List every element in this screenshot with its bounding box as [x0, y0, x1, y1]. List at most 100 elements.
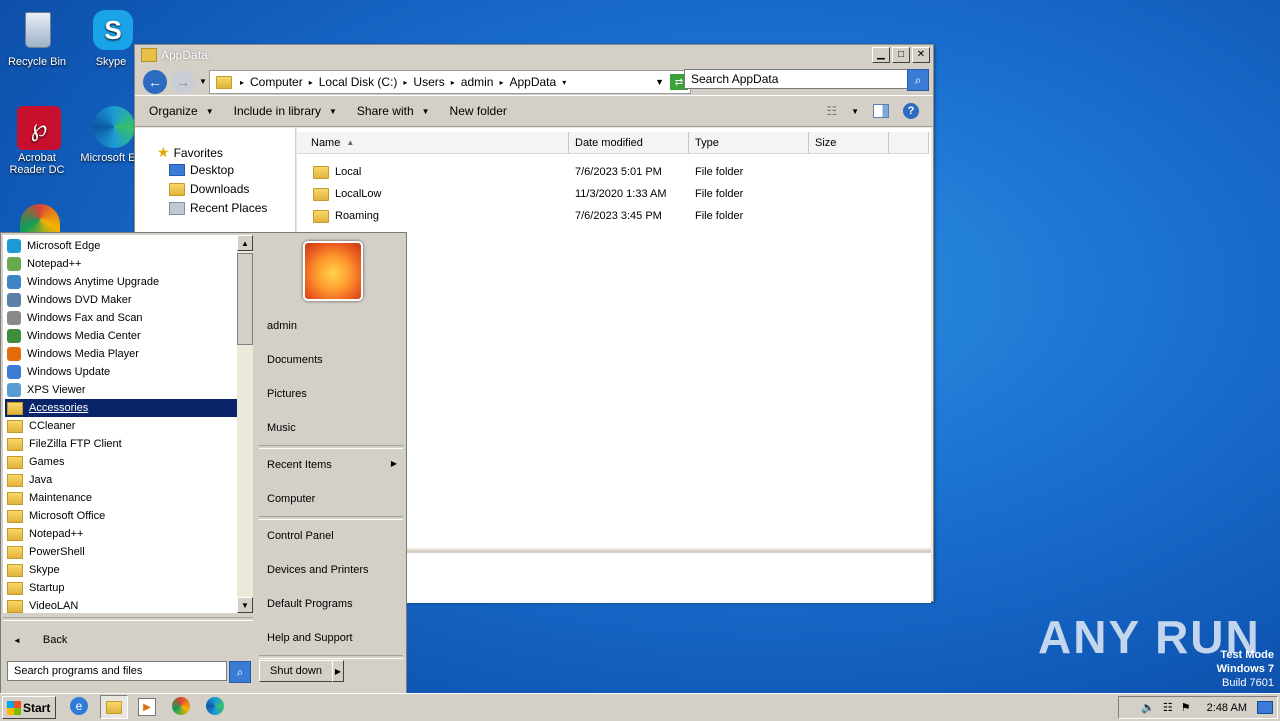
column-header-date[interactable]: Date modified — [569, 132, 689, 154]
back-arrow-icon[interactable]: ← — [143, 70, 167, 94]
address-dropdown-icon[interactable]: ▼ — [655, 77, 664, 87]
search-icon[interactable]: ⌕ — [907, 69, 929, 91]
column-header-name[interactable]: Name ▲ — [297, 132, 569, 154]
list-item[interactable]: Microsoft Office — [5, 507, 237, 525]
help-icon[interactable]: ? — [903, 103, 919, 119]
table-row[interactable]: Local 7/6/2023 5:01 PM File folder — [313, 162, 913, 182]
recent-pages-chevron-icon[interactable]: ▼ — [199, 77, 207, 86]
breadcrumb-computer[interactable]: Computer — [250, 75, 303, 89]
column-header-type[interactable]: Type — [689, 132, 809, 154]
start-link-pictures[interactable]: Pictures — [267, 388, 307, 400]
list-item[interactable]: Notepad++ — [5, 255, 237, 273]
view-dropdown-icon[interactable]: ▼ — [851, 107, 859, 116]
table-row[interactable]: LocalLow 11/3/2020 1:33 AM File folder — [313, 184, 913, 204]
clock[interactable]: 2:48 AM — [1207, 702, 1247, 714]
minimize-button[interactable]: ▁ — [872, 47, 890, 63]
program-label: Startup — [29, 582, 65, 594]
nav-recent-places[interactable]: Recent Places — [169, 201, 267, 215]
list-item[interactable]: Startup — [5, 579, 237, 597]
scroll-up-icon[interactable]: ▲ — [237, 235, 253, 251]
start-link-default-programs[interactable]: Default Programs — [267, 598, 353, 610]
shutdown-button[interactable]: Shut down — [259, 660, 333, 682]
program-label: PowerShell — [29, 546, 85, 558]
list-item[interactable]: Windows Media Center — [5, 327, 237, 345]
start-link-recent-items[interactable]: Recent Items ▶ — [267, 459, 397, 471]
breadcrumb-users[interactable]: Users — [413, 75, 444, 89]
nav-downloads[interactable]: Downloads — [169, 182, 249, 196]
start-link-documents[interactable]: Documents — [267, 354, 323, 366]
network-icon[interactable]: ☷ — [1163, 701, 1173, 714]
show-desktop-icon[interactable] — [1257, 701, 1273, 714]
close-button[interactable]: ✕ — [912, 47, 930, 63]
chrome-icon[interactable] — [172, 697, 190, 715]
start-link-music[interactable]: Music — [267, 422, 296, 434]
edge-icon[interactable] — [206, 697, 224, 715]
list-item[interactable]: Windows Update — [5, 363, 237, 381]
action-center-flag-icon[interactable]: ⚑ — [1181, 701, 1191, 714]
list-item[interactable]: Notepad++ — [5, 525, 237, 543]
list-item[interactable]: Windows DVD Maker — [5, 291, 237, 309]
back-button[interactable]: ◄ Back — [13, 634, 67, 646]
folder-icon — [7, 563, 23, 577]
search-input[interactable]: Search AppData — [684, 69, 908, 89]
start-link-user[interactable]: admin — [267, 320, 297, 332]
scroll-down-icon[interactable]: ▼ — [237, 597, 253, 613]
preview-pane-icon[interactable] — [873, 104, 889, 118]
start-button[interactable]: Start — [2, 696, 56, 719]
shutdown-options-arrow-icon[interactable]: ▶ — [332, 660, 344, 682]
title-bar[interactable]: AppData ▁ □ ✕ — [135, 45, 933, 65]
media-player-icon[interactable]: ▶ — [138, 698, 156, 716]
start-search-input[interactable]: Search programs and files — [7, 661, 227, 681]
desktop-icon-recycle-bin[interactable]: Recycle Bin — [0, 8, 74, 68]
list-item[interactable]: Accessories — [5, 399, 237, 417]
start-link-devices-printers[interactable]: Devices and Printers — [267, 564, 369, 576]
downloads-folder-icon — [169, 182, 185, 196]
scrollbar-thumb[interactable] — [237, 253, 253, 345]
desktop-icon-acrobat[interactable]: ℘ Acrobat Reader DC — [0, 104, 74, 176]
list-item[interactable]: Windows Media Player — [5, 345, 237, 363]
folder-icon — [7, 527, 23, 541]
organize-menu[interactable]: Organize ▼ — [149, 104, 214, 118]
internet-explorer-icon[interactable]: e — [70, 697, 88, 715]
breadcrumb-admin[interactable]: admin — [461, 75, 494, 89]
forward-arrow-icon[interactable]: → — [171, 70, 195, 94]
file-type: File folder — [695, 188, 744, 200]
include-label: Include in library — [233, 104, 321, 118]
start-link-control-panel[interactable]: Control Panel — [267, 530, 334, 542]
view-options-icon[interactable]: ☷ — [826, 104, 837, 118]
maximize-button[interactable]: □ — [892, 47, 910, 63]
list-item[interactable]: VideoLAN — [5, 597, 237, 615]
program-list-scrollbar[interactable]: ▲ ▼ — [237, 235, 253, 613]
taskbar-explorer-button[interactable] — [100, 695, 128, 719]
list-item[interactable]: Games — [5, 453, 237, 471]
list-item[interactable]: Maintenance — [5, 489, 237, 507]
nav-desktop[interactable]: Desktop — [169, 163, 234, 177]
watermark-line: Windows 7 — [1216, 663, 1274, 675]
include-library-menu[interactable]: Include in library ▼ — [234, 104, 337, 118]
list-item[interactable]: Skype — [5, 561, 237, 579]
list-item[interactable]: FileZilla FTP Client — [5, 435, 237, 453]
list-item[interactable]: XPS Viewer — [5, 381, 237, 399]
skype-icon: S — [89, 8, 133, 52]
list-item[interactable]: Windows Fax and Scan — [5, 309, 237, 327]
volume-icon[interactable]: 🔈 — [1141, 701, 1155, 714]
share-with-menu[interactable]: Share with ▼ — [357, 104, 430, 118]
list-item[interactable]: Windows Anytime Upgrade — [5, 273, 237, 291]
table-row[interactable]: Roaming 7/6/2023 3:45 PM File folder — [313, 206, 913, 226]
address-bar[interactable]: ▸ Computer ▸ Local Disk (C:) ▸ Users ▸ a… — [209, 70, 691, 94]
new-folder-button[interactable]: New folder — [450, 104, 507, 118]
nav-favorites[interactable]: ★ Favorites — [157, 144, 223, 161]
list-item[interactable]: PowerShell — [5, 543, 237, 561]
start-link-computer[interactable]: Computer — [267, 493, 315, 505]
user-avatar[interactable] — [303, 241, 363, 301]
list-item[interactable]: Java — [5, 471, 237, 489]
breadcrumb-appdata[interactable]: AppData — [509, 75, 556, 89]
breadcrumb-local-disk[interactable]: Local Disk (C:) — [319, 75, 398, 89]
program-icon — [7, 311, 21, 325]
search-icon[interactable]: ⌕ — [229, 661, 251, 683]
program-icon — [7, 329, 21, 343]
list-item[interactable]: Microsoft Edge — [5, 237, 237, 255]
start-link-help[interactable]: Help and Support — [267, 632, 353, 644]
list-item[interactable]: CCleaner — [5, 417, 237, 435]
column-header-size[interactable]: Size — [809, 132, 889, 154]
